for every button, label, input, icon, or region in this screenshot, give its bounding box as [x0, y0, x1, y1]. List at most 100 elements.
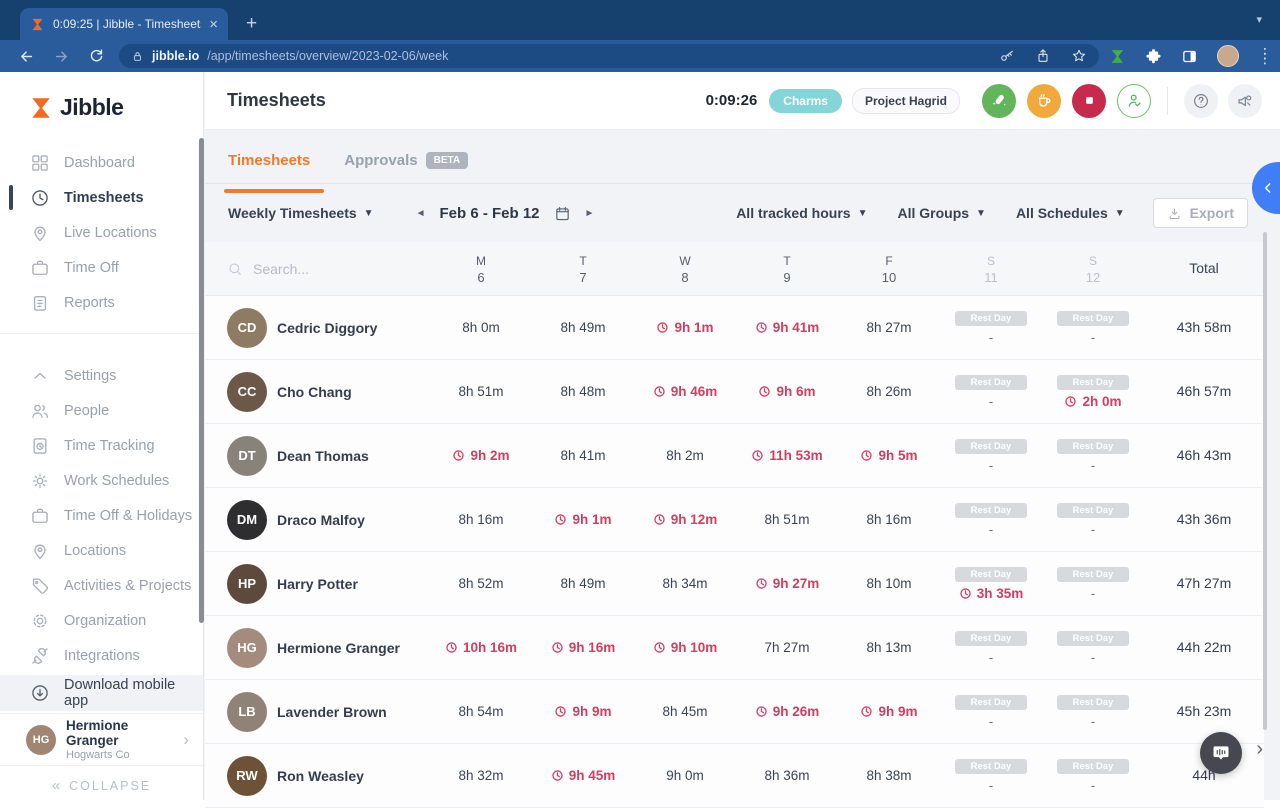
bookmark-star-icon[interactable]: [1071, 48, 1087, 64]
address-bar[interactable]: jibble.io/app/timesheets/overview/2023-0…: [119, 44, 1099, 68]
day-cell[interactable]: 11h 53m: [736, 448, 838, 463]
day-cell[interactable]: Rest Day-: [1042, 695, 1144, 729]
day-cell[interactable]: 9h 5m: [838, 448, 940, 463]
new-tab-button[interactable]: +: [246, 14, 257, 33]
day-cell[interactable]: 8h 10m: [838, 576, 940, 591]
day-cell[interactable]: 8h 51m: [430, 384, 532, 399]
table-row[interactable]: HP Harry Potter 8h 52m 8h 49m 8h 34m 9h …: [205, 552, 1264, 616]
day-cell[interactable]: Rest Day-: [1042, 503, 1144, 537]
side-panel-icon[interactable]: [1181, 48, 1198, 65]
sidebar-item-integrations[interactable]: Integrations: [0, 638, 203, 673]
sidebar-item-download-mobile-app[interactable]: Download mobile app: [0, 675, 203, 711]
day-cell[interactable]: 8h 49m: [532, 576, 634, 591]
reload-button[interactable]: [88, 48, 105, 65]
day-cell[interactable]: Rest Day-: [1042, 567, 1144, 601]
day-cell[interactable]: 8h 45m: [634, 704, 736, 719]
tab-search-chevron-icon[interactable]: ▾: [1256, 13, 1262, 26]
prev-week-arrow[interactable]: ◄: [416, 208, 426, 219]
sidebar-item-people[interactable]: People: [0, 393, 203, 428]
table-row[interactable]: DM Draco Malfoy 8h 16m 9h 1m 9h 12m 8h 5…: [205, 488, 1264, 552]
day-cell[interactable]: Rest Day-: [940, 695, 1042, 729]
day-cell[interactable]: 9h 6m: [736, 384, 838, 399]
day-cell[interactable]: 8h 13m: [838, 640, 940, 655]
day-cell[interactable]: 9h 2m: [430, 448, 532, 463]
tab-close-icon[interactable]: ×: [209, 17, 218, 32]
day-cell[interactable]: 8h 16m: [838, 512, 940, 527]
day-cell[interactable]: 9h 46m: [634, 384, 736, 399]
day-cell[interactable]: 9h 1m: [532, 512, 634, 527]
jibble-extension-icon[interactable]: [1109, 48, 1126, 65]
day-cell[interactable]: 9h 16m: [532, 640, 634, 655]
help-button[interactable]: [1184, 84, 1218, 118]
browser-menu-icon[interactable]: ⋮⋮: [1258, 51, 1264, 61]
day-cell[interactable]: 9h 27m: [736, 576, 838, 591]
sidebar-item-settings[interactable]: Settings: [0, 358, 203, 393]
switch-activity-button[interactable]: [982, 84, 1016, 118]
tab-timesheets[interactable]: Timesheets: [228, 152, 310, 183]
passkey-icon[interactable]: [999, 48, 1015, 64]
day-cell[interactable]: Rest Day-: [940, 439, 1042, 473]
chat-widget-button[interactable]: [1200, 732, 1242, 774]
day-cell[interactable]: 8h 51m: [736, 512, 838, 527]
scroll-right-chevron[interactable]: ›: [1256, 738, 1263, 761]
sidebar-item-activities-projects[interactable]: Activities & Projects: [0, 568, 203, 603]
day-cell[interactable]: 9h 26m: [736, 704, 838, 719]
filter-all-schedules[interactable]: All Schedules▼: [1016, 205, 1125, 221]
next-week-arrow[interactable]: ►: [585, 208, 595, 219]
sidebar-item-live-locations[interactable]: Live Locations: [0, 215, 203, 250]
share-icon[interactable]: [1035, 48, 1051, 64]
sidebar-item-time-off-holidays[interactable]: Time Off & Holidays: [0, 498, 203, 533]
day-cell[interactable]: 8h 34m: [634, 576, 736, 591]
day-cell[interactable]: Rest Day-: [940, 503, 1042, 537]
sidebar-item-time-off[interactable]: Time Off: [0, 250, 203, 285]
sidebar-user[interactable]: HG Hermione Granger Hogwarts Co ›: [0, 713, 203, 765]
extensions-puzzle-icon[interactable]: [1145, 48, 1162, 65]
table-row[interactable]: HG Hermione Granger 10h 16m 9h 16m 9h 10…: [205, 616, 1264, 680]
day-cell[interactable]: 8h 36m: [736, 768, 838, 783]
day-cell[interactable]: 8h 32m: [430, 768, 532, 783]
main-scrollbar[interactable]: [1263, 232, 1267, 730]
period-select[interactable]: Weekly Timesheets▼: [228, 205, 374, 221]
day-cell[interactable]: Rest Day-: [1042, 311, 1144, 345]
day-cell[interactable]: 9h 0m: [634, 768, 736, 783]
day-cell[interactable]: 9h 9m: [532, 704, 634, 719]
activity-badge[interactable]: Charms: [769, 89, 842, 113]
stop-timer-button[interactable]: [1072, 84, 1106, 118]
sidebar-item-organization[interactable]: Organization: [0, 603, 203, 638]
day-cell[interactable]: 9h 12m: [634, 512, 736, 527]
browser-tab[interactable]: 0:09:25 | Jibble - Timesheets ×: [20, 8, 228, 40]
day-cell[interactable]: 9h 41m: [736, 320, 838, 335]
day-cell[interactable]: 7h 27m: [736, 640, 838, 655]
tab-approvals[interactable]: Approvals BETA: [344, 152, 468, 183]
table-row[interactable]: LB Lavender Brown 8h 54m 9h 9m 8h 45m 9h…: [205, 680, 1264, 744]
table-row[interactable]: DT Dean Thomas 9h 2m 8h 41m 8h 2m 11h 53…: [205, 424, 1264, 488]
day-cell[interactable]: 10h 16m: [430, 640, 532, 655]
project-badge[interactable]: Project Hagrid: [852, 88, 960, 114]
day-cell[interactable]: Rest Day-: [1042, 439, 1144, 473]
day-cell[interactable]: 8h 26m: [838, 384, 940, 399]
day-cell[interactable]: Rest Day2h 0m: [1042, 375, 1144, 409]
jibble-logo[interactable]: Jibble: [0, 72, 203, 121]
day-cell[interactable]: 8h 41m: [532, 448, 634, 463]
day-cell[interactable]: 8h 38m: [838, 768, 940, 783]
day-cell[interactable]: 9h 10m: [634, 640, 736, 655]
day-cell[interactable]: 8h 49m: [532, 320, 634, 335]
table-row[interactable]: CD Cedric Diggory 8h 0m 8h 49m 9h 1m 9h …: [205, 296, 1264, 360]
filter-all-tracked-hours[interactable]: All tracked hours▼: [736, 205, 867, 221]
break-button[interactable]: [1027, 84, 1061, 118]
day-cell[interactable]: 8h 2m: [634, 448, 736, 463]
day-cell[interactable]: 8h 16m: [430, 512, 532, 527]
sidebar-scrollbar[interactable]: [199, 138, 204, 623]
search-input[interactable]: [253, 261, 403, 277]
day-cell[interactable]: 9h 9m: [838, 704, 940, 719]
day-cell[interactable]: 9h 45m: [532, 768, 634, 783]
filter-all-groups[interactable]: All Groups▼: [897, 205, 985, 221]
calendar-icon[interactable]: [554, 205, 571, 222]
sidebar-item-dashboard[interactable]: Dashboard: [0, 145, 203, 180]
attendance-button[interactable]: [1117, 84, 1151, 118]
day-cell[interactable]: 8h 27m: [838, 320, 940, 335]
sidebar-item-timesheets[interactable]: Timesheets: [0, 180, 203, 215]
forward-button[interactable]: [53, 48, 70, 65]
browser-profile-avatar[interactable]: [1217, 45, 1239, 67]
back-button[interactable]: [18, 48, 35, 65]
